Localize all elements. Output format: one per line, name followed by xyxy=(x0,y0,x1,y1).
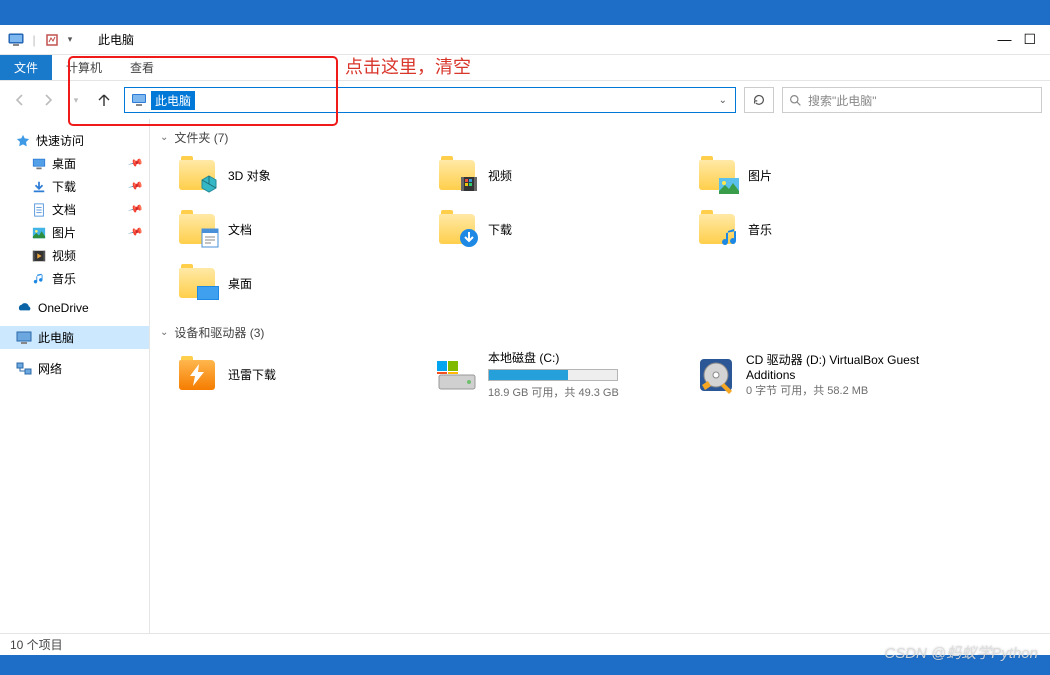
folder-icon xyxy=(436,208,478,250)
quick-access-toolbar: | ▾ xyxy=(8,32,78,48)
folder-item[interactable]: 视频 xyxy=(434,152,664,198)
folder-item[interactable]: 音乐 xyxy=(694,206,924,252)
desktop-icon xyxy=(32,157,46,171)
cd-icon xyxy=(696,354,736,396)
maximize-button[interactable]: ☐ xyxy=(1023,31,1036,48)
watermark: CSDN @蚂蚁学Python xyxy=(884,642,1038,663)
tab-computer[interactable]: 计算机 xyxy=(52,55,116,80)
drive-item[interactable]: CD 驱动器 (D:) VirtualBox Guest Additions0 … xyxy=(694,347,924,402)
document-icon xyxy=(32,203,46,217)
folder-item[interactable]: 图片 xyxy=(694,152,924,198)
search-input[interactable]: 搜索"此电脑" xyxy=(782,87,1042,113)
chevron-down-icon: ⌄ xyxy=(160,327,168,338)
pin-icon: 📌 xyxy=(127,179,143,195)
capacity-bar xyxy=(488,369,618,381)
download-icon xyxy=(32,180,46,194)
sidebar-item-picture[interactable]: 图片📌 xyxy=(0,221,149,244)
folder-icon xyxy=(176,262,218,304)
group-drives-header[interactable]: ⌄ 设备和驱动器 (3) xyxy=(160,324,1050,341)
recent-dropdown[interactable]: ▾ xyxy=(64,88,88,112)
search-icon xyxy=(789,94,802,107)
pin-icon: 📌 xyxy=(127,225,143,241)
folder-item[interactable]: 下载 xyxy=(434,206,664,252)
navigation-pane: 快速访问 桌面📌下载📌文档📌图片📌视频音乐 OneDrive 此电脑 网络 xyxy=(0,119,150,633)
up-button[interactable] xyxy=(92,88,116,112)
folders-grid: 3D 对象视频图片文档下载音乐桌面 xyxy=(174,152,1050,306)
onedrive-icon xyxy=(16,302,32,314)
star-icon xyxy=(16,134,30,148)
address-dropdown-icon[interactable]: ⌄ xyxy=(713,95,733,106)
folder-icon xyxy=(176,154,218,196)
minimize-button[interactable]: — xyxy=(997,31,1011,48)
address-text[interactable]: 此电脑 xyxy=(151,91,195,110)
pin-icon: 📌 xyxy=(127,156,143,172)
folder-item[interactable]: 桌面 xyxy=(174,260,404,306)
titlebar: | ▾ 此电脑 — ☐ xyxy=(0,25,1050,55)
file-tab[interactable]: 文件 xyxy=(0,55,52,80)
folder-item[interactable]: 3D 对象 xyxy=(174,152,404,198)
explorer-window: | ▾ 此电脑 — ☐ 文件 计算机 查看 点击这里，清空 ▾ xyxy=(0,25,1050,655)
qat-dropdown-icon[interactable]: ▾ xyxy=(62,32,78,48)
address-this-pc-icon xyxy=(131,92,147,108)
ribbon-tabs: 文件 计算机 查看 点击这里，清空 xyxy=(0,55,1050,81)
folder-icon xyxy=(436,154,478,196)
tab-view[interactable]: 查看 xyxy=(116,55,168,80)
group-folders-header[interactable]: ⌄ 文件夹 (7) xyxy=(160,129,1050,146)
chevron-down-icon: ⌄ xyxy=(160,132,168,143)
content-pane: ⌄ 文件夹 (7) 3D 对象视频图片文档下载音乐桌面 ⌄ 设备和驱动器 (3)… xyxy=(150,119,1050,633)
back-button[interactable] xyxy=(8,88,32,112)
sidebar-this-pc[interactable]: 此电脑 xyxy=(0,326,149,349)
forward-button[interactable] xyxy=(36,88,60,112)
address-bar[interactable]: 此电脑 ⌄ xyxy=(124,87,736,113)
folder-icon xyxy=(696,208,738,250)
this-pc-icon xyxy=(8,32,24,48)
body: 快速访问 桌面📌下载📌文档📌图片📌视频音乐 OneDrive 此电脑 网络 ⌄ xyxy=(0,119,1050,633)
window-controls: — ☐ xyxy=(997,31,1042,48)
folder-item[interactable]: 文档 xyxy=(174,206,404,252)
search-placeholder: 搜索"此电脑" xyxy=(808,92,877,109)
drive-item[interactable]: 迅雷下载 xyxy=(174,347,404,402)
this-pc-icon xyxy=(16,331,32,345)
window-title: 此电脑 xyxy=(98,31,134,48)
sidebar-network[interactable]: 网络 xyxy=(0,357,149,380)
sidebar-item-download[interactable]: 下载📌 xyxy=(0,175,149,198)
annotation-text: 点击这里，清空 xyxy=(345,53,471,79)
pin-icon: 📌 xyxy=(127,202,143,218)
sidebar-onedrive[interactable]: OneDrive xyxy=(0,298,149,318)
sidebar-item-desktop[interactable]: 桌面📌 xyxy=(0,152,149,175)
picture-icon xyxy=(32,226,46,240)
sidebar-item-music[interactable]: 音乐 xyxy=(0,267,149,290)
status-text: 10 个项目 xyxy=(10,636,63,653)
properties-icon[interactable] xyxy=(44,32,60,48)
sidebar-quick-access[interactable]: 快速访问 xyxy=(0,129,149,152)
hdd-icon xyxy=(436,354,478,396)
refresh-button[interactable] xyxy=(744,87,774,113)
music-icon xyxy=(32,272,46,286)
thunder-icon xyxy=(176,354,218,396)
navigation-row: ▾ 此电脑 ⌄ 搜索"此电脑" xyxy=(0,81,1050,119)
sidebar-item-video[interactable]: 视频 xyxy=(0,244,149,267)
separator-icon: | xyxy=(26,32,42,48)
sidebar-item-document[interactable]: 文档📌 xyxy=(0,198,149,221)
video-icon xyxy=(32,249,46,263)
drives-grid: 迅雷下载本地磁盘 (C:)18.9 GB 可用，共 49.3 GB CD 驱动器 … xyxy=(174,347,1050,402)
folder-icon xyxy=(176,208,218,250)
drive-item[interactable]: 本地磁盘 (C:)18.9 GB 可用，共 49.3 GB xyxy=(434,347,664,402)
network-icon xyxy=(16,362,32,376)
folder-icon xyxy=(696,154,738,196)
